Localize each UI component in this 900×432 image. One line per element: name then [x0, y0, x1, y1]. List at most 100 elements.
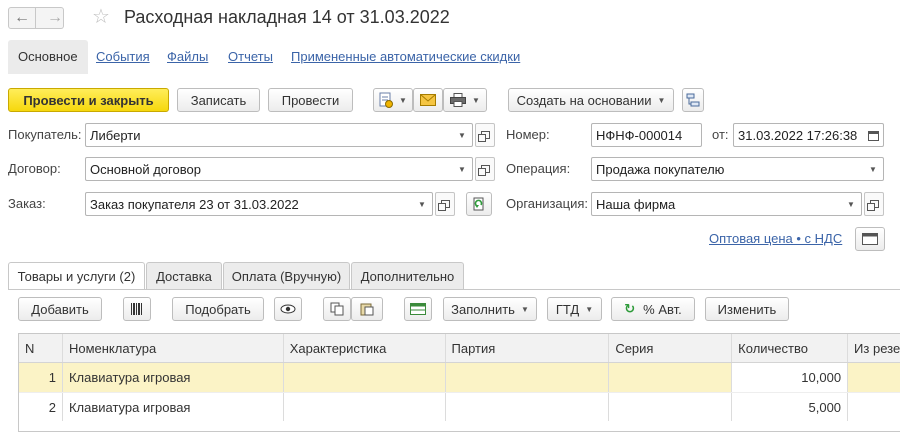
tab-payment[interactable]: Оплата (Вручную) [223, 262, 350, 289]
cell-n: 1 [19, 363, 63, 392]
contract-value: Основной договор [90, 161, 201, 177]
structure-button[interactable] [682, 88, 704, 112]
col-series[interactable]: Серия [609, 334, 733, 362]
refresh-icon: ↻ [624, 301, 636, 316]
copy-rows-button[interactable] [323, 297, 351, 321]
window-title: Расходная накладная 14 от 31.03.2022 [124, 7, 450, 27]
organization-open-button[interactable] [864, 192, 884, 216]
date-value: 31.03.2022 17:26:38 [738, 127, 858, 143]
refresh-document-icon [473, 197, 484, 211]
auto-discount-button[interactable]: ↻ % Авт. [611, 297, 695, 321]
cell-from-reserve [848, 393, 900, 421]
gtd-label: ГТД [555, 301, 580, 317]
table-settings-button[interactable] [404, 297, 432, 321]
table-row[interactable]: 2 Клавиатура игровая 5,000 [19, 392, 900, 421]
chevron-down-icon[interactable]: ▼ [412, 193, 432, 215]
back-button[interactable]: ← [8, 7, 36, 29]
prices-settings-button[interactable] [855, 227, 885, 251]
forward-button[interactable]: → [36, 7, 64, 29]
buyer-open-button[interactable] [475, 123, 495, 147]
print-dropdown[interactable]: ▼ [443, 88, 487, 112]
number-field[interactable]: НФНФ-000014 [591, 123, 702, 147]
section-files[interactable]: Файлы [167, 40, 208, 74]
chevron-down-icon[interactable]: ▼ [452, 124, 472, 146]
contract-label: Договор: [8, 161, 61, 176]
cell-characteristic [284, 393, 446, 421]
organization-label: Организация: [506, 196, 589, 211]
section-events[interactable]: События [96, 40, 150, 74]
col-item[interactable]: Номенклатура [63, 334, 284, 362]
change-button[interactable]: Изменить [705, 297, 789, 321]
col-quantity[interactable]: Количество [732, 334, 849, 362]
cell-series [609, 363, 733, 392]
order-value: Заказ покупателя 23 от 31.03.2022 [90, 196, 299, 212]
chevron-down-icon[interactable]: ▼ [863, 158, 883, 180]
operation-label: Операция: [506, 161, 571, 176]
col-characteristic[interactable]: Характеристика [284, 334, 446, 362]
section-main[interactable]: Основное [8, 40, 88, 74]
section-auto-discounts[interactable]: Примененные автоматические скидки [291, 40, 520, 74]
buyer-field[interactable]: Либерти ▼ [85, 123, 473, 147]
paste-rows-button[interactable] [351, 297, 383, 321]
post-and-close-button[interactable]: Провести и закрыть [8, 88, 169, 112]
save-button[interactable]: Записать [177, 88, 260, 112]
price-type-link[interactable]: Оптовая цена • с НДС [709, 231, 842, 246]
chevron-down-icon: ▼ [657, 95, 666, 105]
gtd-dropdown[interactable]: ГТД ▼ [547, 297, 602, 321]
favorite-star-icon[interactable]: ☆ [92, 4, 110, 29]
organization-field[interactable]: Наша фирма ▼ [591, 192, 862, 216]
chevron-down-icon[interactable]: ▼ [452, 158, 472, 180]
copy-icon [330, 302, 344, 316]
panel-icon [862, 233, 878, 245]
table-row[interactable]: 1 Клавиатура игровая 10,000 [19, 363, 900, 392]
goods-table[interactable]: N Номенклатура Характеристика Партия Сер… [18, 333, 900, 432]
cell-item: Клавиатура игровая [63, 393, 284, 421]
tab-goods[interactable]: Товары и услуги (2) [8, 262, 145, 290]
date-field[interactable]: 31.03.2022 17:26:38 [733, 123, 884, 147]
chevron-down-icon: ▼ [472, 95, 480, 105]
number-label: Номер: [506, 127, 550, 142]
fill-by-order-button[interactable] [466, 192, 492, 216]
chevron-down-icon: ▼ [585, 304, 594, 314]
contract-field[interactable]: Основной договор ▼ [85, 157, 473, 181]
grid-table-icon [410, 303, 426, 315]
cell-quantity[interactable]: 10,000 [732, 363, 849, 392]
operation-value: Продажа покупателю [596, 161, 725, 177]
section-reports[interactable]: Отчеты [228, 40, 273, 74]
create-based-label: Создать на основании [516, 92, 652, 108]
order-label: Заказ: [8, 196, 46, 211]
col-n[interactable]: N [19, 334, 63, 362]
order-open-button[interactable] [435, 192, 455, 216]
col-from-reserve[interactable]: Из резе [848, 334, 900, 362]
post-button[interactable]: Провести [268, 88, 353, 112]
create-based-on-dropdown[interactable]: Создать на основании ▼ [508, 88, 674, 112]
open-window-icon [437, 200, 450, 211]
calendar-icon[interactable] [863, 124, 883, 146]
fill-dropdown[interactable]: Заполнить ▼ [443, 297, 537, 321]
view-button[interactable] [274, 297, 302, 321]
cell-characteristic [284, 363, 446, 392]
order-field[interactable]: Заказ покупателя 23 от 31.03.2022 ▼ [85, 192, 433, 216]
select-items-button[interactable]: Подобрать [172, 297, 264, 321]
date-label: от: [712, 127, 729, 142]
table-header: N Номенклатура Характеристика Партия Сер… [19, 334, 900, 363]
barcode-icon [131, 303, 142, 315]
email-button[interactable] [413, 88, 443, 112]
operation-field[interactable]: Продажа покупателю ▼ [591, 157, 884, 181]
print-preview-dropdown[interactable]: ▼ [373, 88, 413, 112]
barcode-button[interactable] [123, 297, 151, 321]
eye-icon [280, 304, 296, 314]
document-clock-icon [379, 92, 394, 108]
paste-icon [360, 303, 374, 316]
col-batch[interactable]: Партия [446, 334, 610, 362]
tab-additional[interactable]: Дополнительно [351, 262, 464, 289]
arrow-left-icon: ← [14, 9, 30, 26]
add-row-button[interactable]: Добавить [18, 297, 102, 321]
contract-open-button[interactable] [475, 157, 495, 181]
chevron-down-icon[interactable]: ▼ [841, 193, 861, 215]
tab-delivery[interactable]: Доставка [146, 262, 222, 289]
organization-value: Наша фирма [596, 196, 676, 212]
arrow-right-icon: → [47, 9, 63, 26]
hierarchy-icon [686, 93, 700, 107]
open-window-icon [477, 165, 490, 176]
